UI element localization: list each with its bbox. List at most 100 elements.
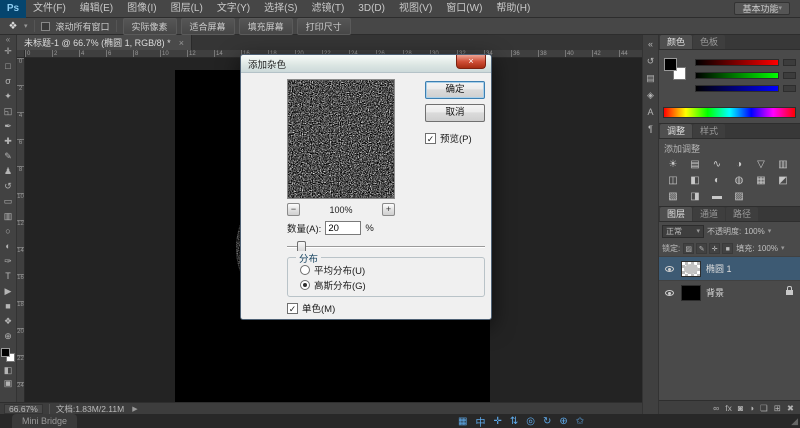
- preview-checkbox[interactable]: ✓ 预览(P): [425, 131, 472, 145]
- chevron-down-icon[interactable]: ▾: [781, 244, 785, 252]
- link-layers-icon[interactable]: ∞: [713, 401, 719, 415]
- selective-color-icon[interactable]: ▨: [728, 189, 750, 205]
- actual-pixels-button[interactable]: 实际像素: [123, 18, 177, 35]
- gaussian-radio[interactable]: 高斯分布(G): [300, 278, 366, 292]
- blend-mode-select[interactable]: 正常 ▾: [662, 225, 704, 238]
- pan-center-icon[interactable]: 中: [475, 414, 485, 428]
- delete-layer-icon[interactable]: ✖: [787, 401, 794, 415]
- crop-tool[interactable]: ◱: [0, 104, 16, 119]
- zoom-search-icon[interactable]: ⊕: [559, 416, 567, 427]
- menu-view[interactable]: 视图(V): [392, 0, 439, 18]
- print-size-button[interactable]: 打印尺寸: [297, 18, 351, 35]
- layer-style-icon[interactable]: fx: [725, 401, 732, 415]
- posterize-icon[interactable]: ▧: [662, 189, 684, 205]
- path-selection-tool[interactable]: ▶: [0, 284, 16, 299]
- channel-mixer-icon[interactable]: ◍: [728, 173, 750, 189]
- workspace-switcher[interactable]: 基本功能 ▾: [734, 2, 790, 15]
- hue-saturation-icon[interactable]: ▥: [772, 157, 794, 173]
- foreground-color-swatch[interactable]: [664, 58, 677, 71]
- vibrance-icon[interactable]: ▽: [750, 157, 772, 173]
- zoom-in-button[interactable]: +: [382, 203, 395, 216]
- curves-icon[interactable]: ∿: [706, 157, 728, 173]
- layer-row-background[interactable]: 背景: [659, 280, 800, 304]
- cancel-button[interactable]: 取消: [425, 104, 485, 122]
- color-lookup-icon[interactable]: ▦: [750, 173, 772, 189]
- menu-type[interactable]: 文字(Y): [210, 0, 257, 18]
- menu-select[interactable]: 选择(S): [257, 0, 304, 18]
- tab-styles[interactable]: 样式: [693, 124, 725, 138]
- zoom-tool[interactable]: ⊕: [0, 329, 16, 344]
- move-tool[interactable]: ✛: [0, 44, 16, 59]
- tab-adjustments[interactable]: 调整: [660, 124, 692, 138]
- layer-thumbnail[interactable]: [681, 285, 701, 301]
- amount-input[interactable]: [325, 221, 361, 235]
- chevron-down-icon[interactable]: ▾: [24, 22, 28, 30]
- gradient-map-icon[interactable]: ▬: [706, 189, 728, 205]
- blue-value-box[interactable]: [783, 85, 796, 92]
- zoom-level-input[interactable]: 66.67%: [4, 404, 43, 414]
- menu-edit[interactable]: 编辑(E): [73, 0, 120, 18]
- lock-transparent-icon[interactable]: ▨: [683, 243, 694, 254]
- scroll-all-windows-checkbox[interactable]: [41, 22, 50, 31]
- color-balance-icon[interactable]: ◫: [662, 173, 684, 189]
- menu-filter[interactable]: 滤镜(T): [305, 0, 352, 18]
- eyedropper-tool[interactable]: ✒: [0, 119, 16, 134]
- color-swatches[interactable]: [664, 58, 688, 82]
- quick-selection-tool[interactable]: ✦: [0, 89, 16, 104]
- green-slider[interactable]: [695, 72, 779, 79]
- properties-panel-icon[interactable]: ▤: [644, 72, 657, 84]
- lock-pixels-icon[interactable]: ✎: [696, 243, 707, 254]
- red-value-box[interactable]: [783, 59, 796, 66]
- visibility-toggle[interactable]: [662, 266, 676, 272]
- history-brush-tool[interactable]: ↺: [0, 179, 16, 194]
- fill-value[interactable]: 100%: [757, 244, 777, 253]
- monochrome-checkbox[interactable]: ✓ 单色(M): [287, 301, 335, 315]
- chevron-down-icon[interactable]: ▾: [768, 227, 772, 235]
- status-options-arrow-icon[interactable]: ▶: [132, 405, 137, 413]
- paragraph-panel-icon[interactable]: ¶: [644, 123, 657, 135]
- green-value-box[interactable]: [783, 72, 796, 79]
- sort-icon[interactable]: ⇅: [510, 416, 518, 427]
- clone-stamp-tool[interactable]: ♟: [0, 164, 16, 179]
- collapse-toolbar-icon[interactable]: «: [6, 35, 10, 44]
- tab-paths[interactable]: 路径: [726, 207, 758, 221]
- lock-all-icon[interactable]: ■: [722, 243, 733, 254]
- lock-position-icon[interactable]: ✛: [709, 243, 720, 254]
- new-group-icon[interactable]: ❏: [760, 401, 768, 415]
- menu-help[interactable]: 帮助(H): [489, 0, 537, 18]
- screen-mode-icon[interactable]: ▣: [0, 377, 16, 390]
- hand-tool[interactable]: ❖: [0, 314, 16, 329]
- layer-thumbnail[interactable]: [681, 261, 701, 277]
- threshold-icon[interactable]: ◨: [684, 189, 706, 205]
- invert-icon[interactable]: ◩: [772, 173, 794, 189]
- blue-slider[interactable]: [695, 85, 779, 92]
- foreground-background-swatches[interactable]: [1, 348, 15, 362]
- expand-panels-icon[interactable]: «: [644, 38, 657, 50]
- rotate-view-icon[interactable]: ↻: [543, 416, 551, 427]
- lasso-tool[interactable]: σ: [0, 74, 16, 89]
- slider-track[interactable]: [287, 246, 485, 248]
- exposure-icon[interactable]: ◑: [728, 157, 750, 173]
- brush-tool[interactable]: ✎: [0, 149, 16, 164]
- dialog-title-bar[interactable]: 添加杂色: [241, 55, 491, 73]
- menu-window[interactable]: 窗口(W): [439, 0, 489, 18]
- close-icon[interactable]: ×: [179, 38, 184, 48]
- noise-preview[interactable]: [287, 79, 395, 199]
- shape-tool[interactable]: ■: [0, 299, 16, 314]
- tab-swatches[interactable]: 色板: [693, 35, 725, 49]
- type-tool[interactable]: T: [0, 269, 16, 284]
- opacity-value[interactable]: 100%: [744, 227, 764, 236]
- foreground-color-swatch[interactable]: [1, 348, 10, 357]
- layer-mask-icon[interactable]: ◙: [738, 401, 743, 415]
- red-slider[interactable]: [695, 59, 779, 66]
- grid-view-icon[interactable]: ▦: [458, 416, 467, 427]
- levels-icon[interactable]: ▤: [684, 157, 706, 173]
- document-tab[interactable]: 未标题-1 @ 66.7% (椭圆 1, RGB/8) * ×: [17, 35, 192, 50]
- tab-color[interactable]: 颜色: [660, 35, 692, 49]
- black-white-icon[interactable]: ◧: [684, 173, 706, 189]
- resize-grip-icon[interactable]: ◢: [791, 416, 798, 427]
- fill-screen-button[interactable]: 填充屏幕: [239, 18, 293, 35]
- color-spectrum-bar[interactable]: [663, 107, 796, 118]
- hand-tool-icon[interactable]: ❖: [4, 21, 22, 32]
- character-panel-icon[interactable]: A: [644, 106, 657, 118]
